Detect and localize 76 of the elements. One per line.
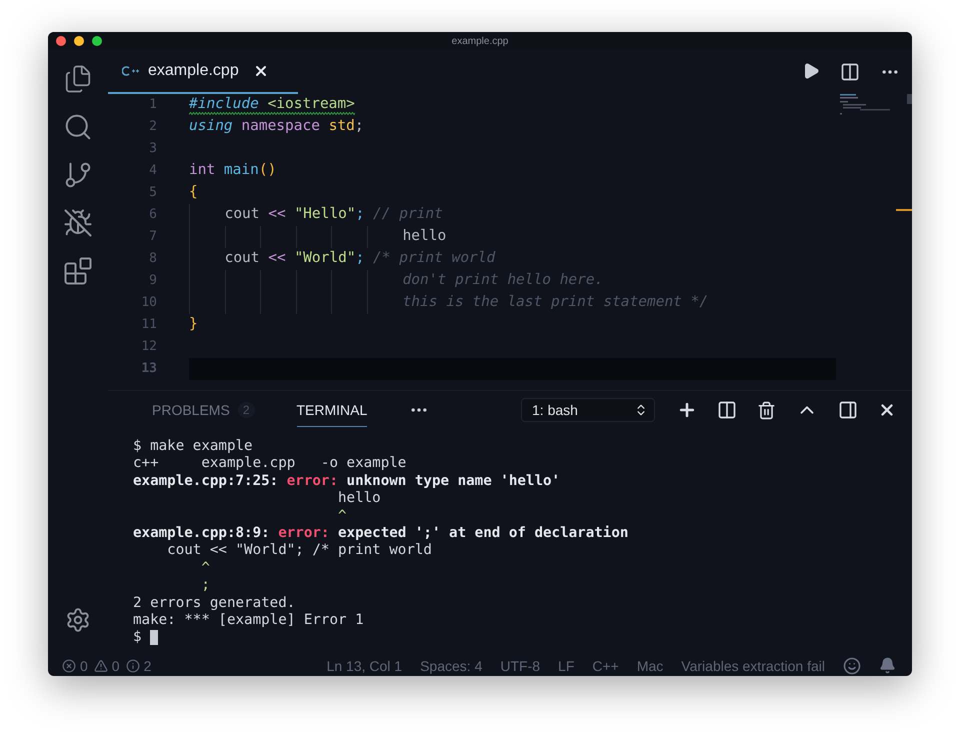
split-editor-icon[interactable] [840,62,860,82]
line-number: 6 [148,206,157,224]
terminal-line: example.cpp:7:25: error: unknown type name 'hello' [133,472,562,490]
terminal-line: ^ [200,560,211,578]
new-terminal-icon[interactable] [677,400,697,420]
search-icon[interactable] [63,112,93,142]
terminal-line: hello [336,490,382,508]
code-line: don't print hello here. [402,271,604,290]
info-icon [126,658,140,672]
terminal-line: $ [133,629,912,647]
problem-count[interactable]: 0 [80,658,88,674]
status-item[interactable]: Variables extraction fail [681,658,825,674]
terminal-line: ; [200,577,211,595]
minimize-window-button[interactable] [74,36,84,46]
terminal-cursor [150,630,158,645]
code-line: } [189,315,198,334]
trash-icon[interactable] [757,400,776,420]
code-line: { [189,183,198,202]
line-number: 10 [140,294,157,312]
problem-count[interactable]: 0 [112,658,120,674]
code-line: int main() [189,161,276,180]
select-value: 1: bash [532,402,578,418]
count-badge: 2 [238,402,254,418]
bell-icon[interactable] [879,656,896,674]
warning-icon [94,658,108,672]
line-number: 13 [140,360,157,378]
line-number: 8 [148,250,157,268]
panel-layout-icon[interactable] [838,400,858,420]
status-item[interactable]: Spaces: 4 [420,658,482,674]
settings-icon[interactable] [65,607,91,633]
terminal-line: c++ example.cpp -o example [133,455,408,473]
close-window-button[interactable] [56,36,66,46]
status-item[interactable]: C++ [592,658,619,674]
line-number: 3 [148,140,157,158]
line-number: 12 [140,338,157,356]
line-number: 2 [148,118,157,136]
line-number: 4 [148,162,157,180]
cpp-file-icon [122,66,140,76]
terminal-line: 2 errors generated. [133,594,296,612]
terminal-line: cout << "World"; /* print world [166,542,433,560]
terminal-line: $ make example [133,438,254,456]
error-icon [62,658,76,672]
smiley-icon[interactable] [843,656,861,674]
extensions-icon[interactable] [63,256,93,286]
tab-label: TERMINAL [296,402,368,418]
code-line: this is the last print statement */ [402,293,708,312]
panel-tab[interactable]: PROBLEMS 2 [152,393,254,427]
code-line: hello [402,227,446,246]
zoom-window-button[interactable] [92,36,102,46]
terminal-line: example.cpp:8:9: error: expected ';' at end of declaration [133,524,630,542]
window-title: example.cpp [452,36,508,46]
split-terminal-icon[interactable] [717,400,737,420]
terminal-line: ^ [336,508,348,525]
bug-icon[interactable] [63,208,93,238]
line-number: 5 [148,184,157,202]
line-number: 11 [140,316,157,334]
problem-count[interactable]: 2 [144,658,152,674]
branch-icon[interactable] [63,160,93,190]
code-line: using namespace std; [189,117,364,136]
code-line: cout << "World"; /* print world [224,249,496,268]
status-item[interactable]: Ln 13, Col 1 [326,658,402,674]
scrollbar-thumb[interactable] [907,94,912,104]
code-line: cout << "Hello"; // print [224,205,443,224]
tab-label: PROBLEMS [152,402,230,418]
line-number: 7 [148,228,157,246]
files-icon[interactable] [63,64,93,94]
terminal-select[interactable]: 1: bash [521,398,655,422]
status-item[interactable]: LF [558,658,574,674]
line-number: 9 [148,272,157,290]
terminal-line: make: *** [example] Error 1 [133,612,365,630]
overview-ruler-mark [896,209,912,211]
line-number: 1 [148,96,157,114]
status-item[interactable]: UTF-8 [500,658,540,674]
status-item[interactable]: Mac [636,658,664,674]
panel-tab[interactable]: TERMINAL [296,393,368,427]
run-icon[interactable] [802,62,820,80]
